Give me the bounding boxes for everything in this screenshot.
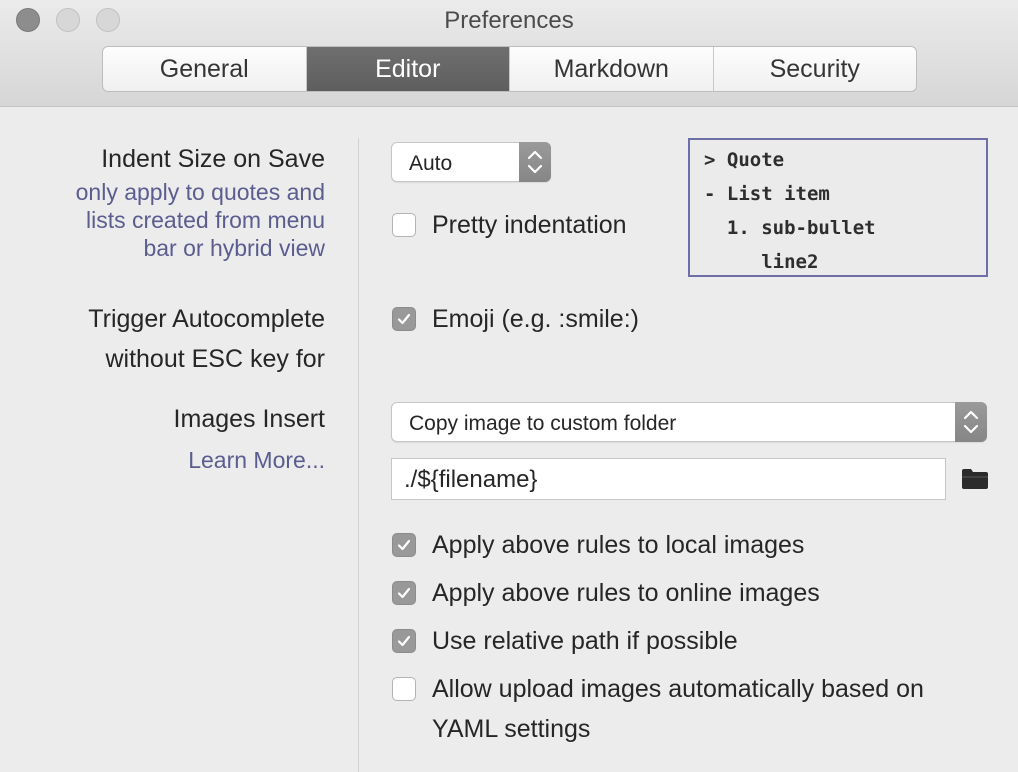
emoji-checkbox[interactable]: [392, 307, 416, 331]
indent-note-line-3: bar or hybrid view: [143, 235, 325, 261]
auto-upload-checkbox[interactable]: [392, 677, 416, 701]
autocomplete-label-line-1: Trigger Autocomplete: [88, 305, 325, 333]
indent-size-label: Indent Size on Save: [101, 145, 325, 173]
column-divider: [358, 138, 359, 772]
up-down-chevron-icon: [519, 142, 551, 182]
checkmark-icon: [397, 313, 411, 325]
image-path-value: ./${filename}: [404, 466, 538, 493]
tab-markdown[interactable]: Markdown: [509, 47, 713, 91]
indent-note-line-2: lists created from menu: [85, 207, 325, 233]
apply-local-images-label: Apply above rules to local images: [432, 531, 805, 559]
title-bar: Preferences General Editor Markdown Secu…: [0, 0, 1018, 107]
preview-line-3: 1. sub-bullet: [704, 217, 876, 239]
indent-preview-box: > Quote - List item 1. sub-bullet line2: [688, 138, 988, 277]
learn-more-link[interactable]: Learn More...: [188, 447, 325, 474]
image-insert-action-value: Copy image to custom folder: [409, 412, 677, 435]
pretty-indentation-label: Pretty indentation: [432, 211, 627, 239]
up-down-chevron-icon: [955, 402, 987, 442]
apply-online-images-label: Apply above rules to online images: [432, 579, 820, 607]
tab-security[interactable]: Security: [712, 47, 917, 91]
indent-size-select[interactable]: Auto: [391, 142, 551, 182]
relative-path-label: Use relative path if possible: [432, 627, 738, 655]
pretty-indentation-checkbox[interactable]: [392, 213, 416, 237]
emoji-label: Emoji (e.g. :smile:): [432, 305, 639, 333]
preview-line-1: > Quote: [704, 149, 785, 171]
auto-upload-label-line-1: Allow upload images automatically based …: [432, 675, 924, 703]
checkmark-icon: [397, 539, 411, 551]
checkmark-icon: [397, 635, 411, 647]
relative-path-checkbox[interactable]: [392, 629, 416, 653]
indent-note-line-1: only apply to quotes and: [75, 179, 325, 205]
apply-online-images-checkbox[interactable]: [392, 581, 416, 605]
image-insert-action-select[interactable]: Copy image to custom folder: [391, 402, 987, 442]
tab-editor[interactable]: Editor: [305, 47, 509, 91]
auto-upload-label-line-2: YAML settings: [432, 715, 591, 743]
image-path-input[interactable]: ./${filename}: [391, 458, 946, 500]
preview-line-2: - List item: [704, 183, 830, 205]
folder-icon[interactable]: [961, 468, 989, 495]
checkmark-icon: [397, 587, 411, 599]
preview-line-4: line2: [704, 251, 819, 273]
autocomplete-label-line-2: without ESC key for: [105, 345, 325, 373]
tab-general[interactable]: General: [103, 47, 306, 91]
preferences-tab-bar: General Editor Markdown Security: [102, 46, 917, 92]
window-title: Preferences: [444, 7, 574, 34]
indent-size-value: Auto: [409, 152, 453, 175]
images-insert-label: Images Insert: [173, 405, 325, 433]
apply-local-images-checkbox[interactable]: [392, 533, 416, 557]
